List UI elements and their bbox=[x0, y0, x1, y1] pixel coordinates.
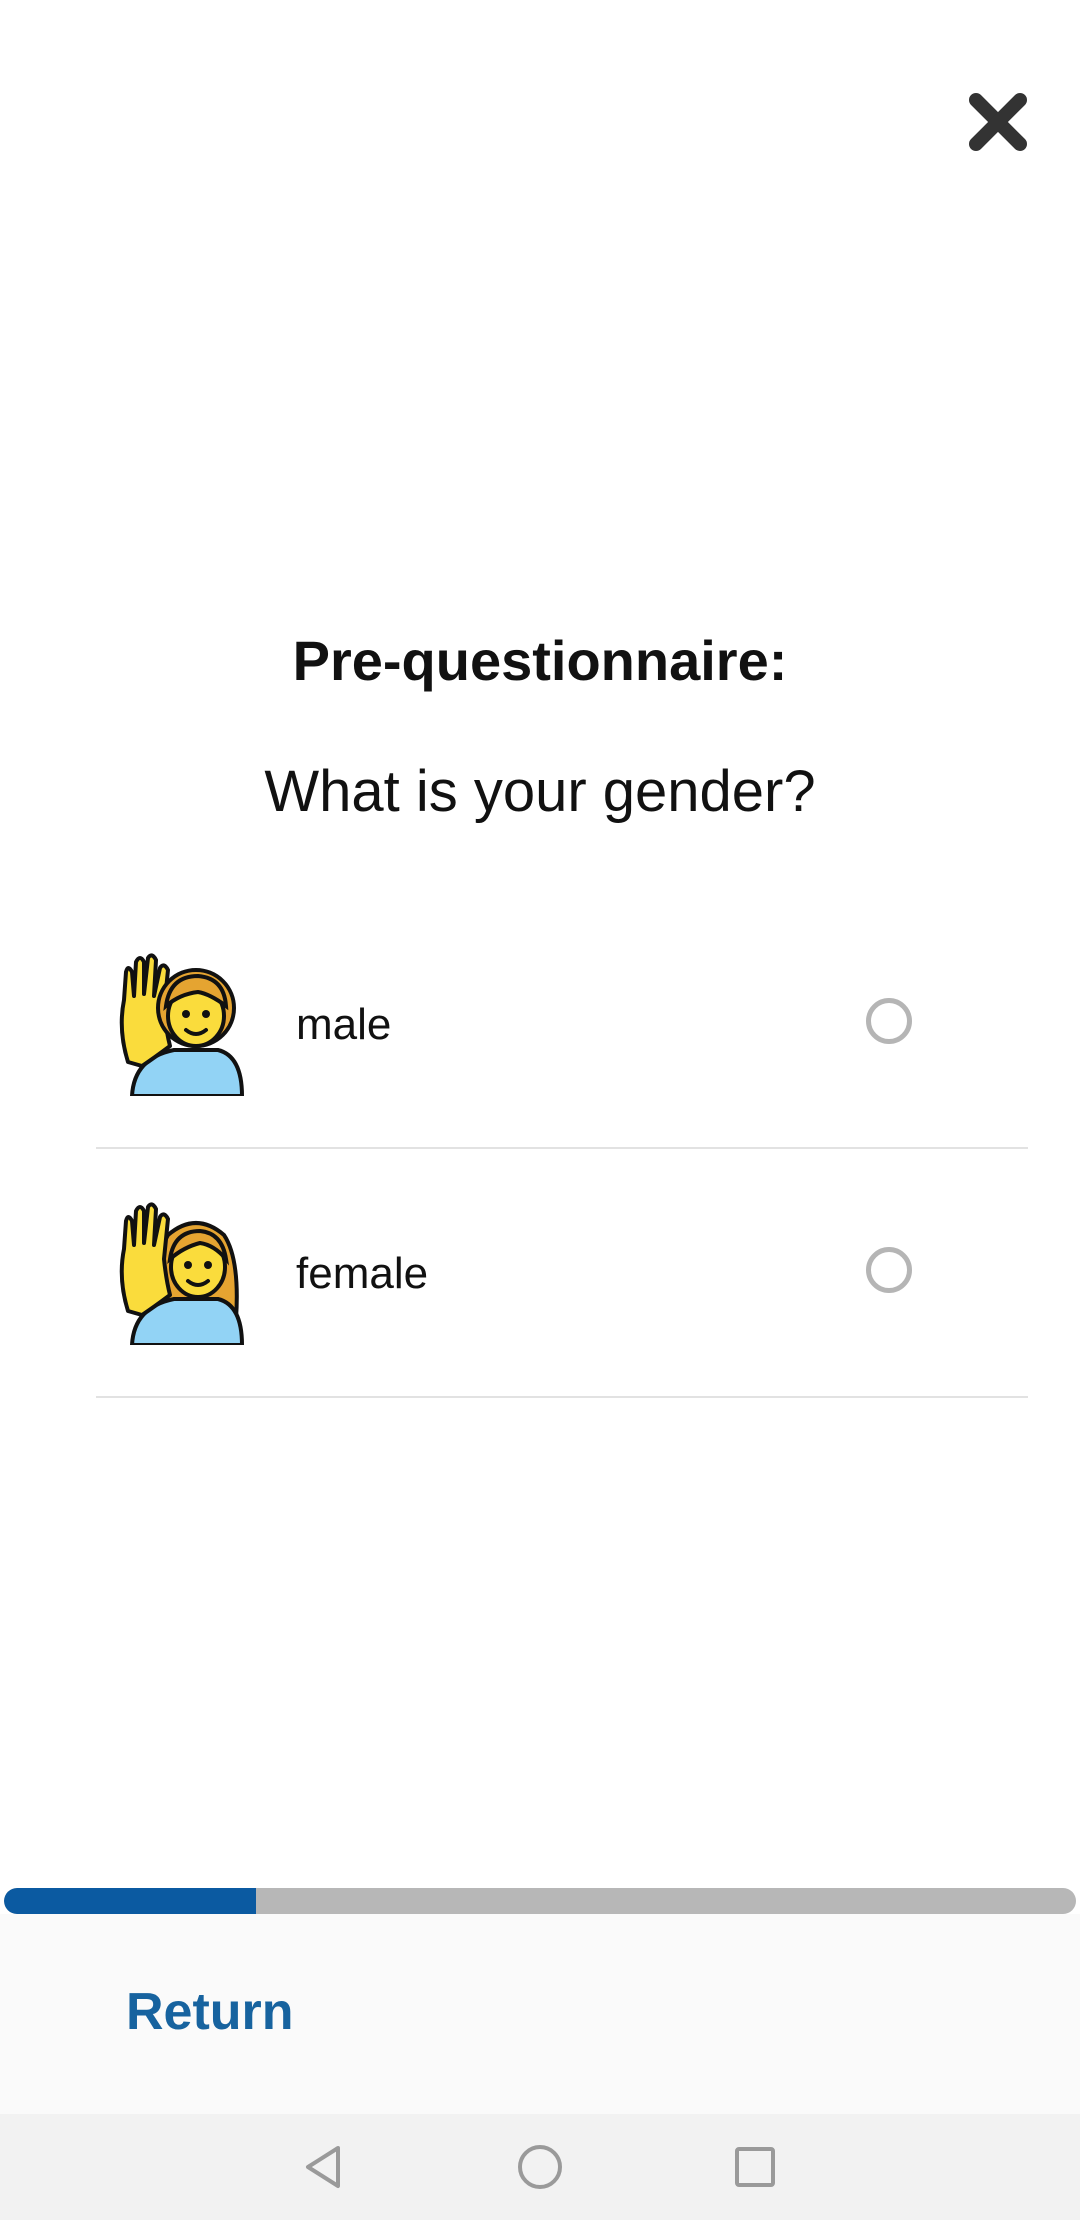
options-list: male female bbox=[96, 900, 1028, 1398]
person-raising-hand-woman-icon bbox=[114, 1199, 246, 1345]
nav-recent-apps-button[interactable] bbox=[730, 2142, 780, 2192]
system-navigation-bar bbox=[0, 2114, 1080, 2220]
questionnaire-screen: Pre-questionnaire: What is your gender? bbox=[0, 0, 1080, 2220]
progress-bar-fill bbox=[4, 1888, 256, 1914]
radio-button[interactable] bbox=[866, 998, 912, 1044]
question-text: What is your gender? bbox=[264, 759, 816, 824]
option-female[interactable]: female bbox=[96, 1149, 1028, 1398]
page-title: Pre-questionnaire: bbox=[292, 629, 788, 692]
progress-bar bbox=[4, 1888, 1076, 1914]
recent-apps-square-icon bbox=[735, 2147, 775, 2187]
option-label: male bbox=[296, 1000, 392, 1049]
close-button[interactable] bbox=[966, 90, 1030, 154]
home-circle-icon bbox=[518, 2145, 562, 2189]
back-triangle-icon bbox=[306, 2146, 340, 2188]
return-button[interactable]: Return bbox=[126, 1982, 294, 2042]
option-label: female bbox=[296, 1249, 429, 1298]
option-male[interactable]: male bbox=[96, 900, 1028, 1149]
person-raising-hand-man-icon bbox=[114, 950, 246, 1096]
radio-button[interactable] bbox=[866, 1247, 912, 1293]
nav-back-button[interactable] bbox=[298, 2142, 348, 2192]
nav-home-button[interactable] bbox=[515, 2142, 565, 2192]
close-icon bbox=[969, 93, 1027, 151]
